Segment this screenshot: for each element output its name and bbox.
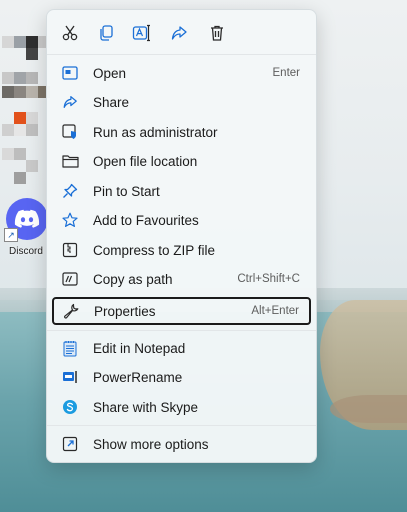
menu-item-label: Open — [93, 65, 127, 81]
discord-logo-icon — [14, 209, 40, 228]
menu-item-label: Pin to Start — [93, 183, 160, 199]
copy-button[interactable] — [93, 20, 119, 46]
delete-button[interactable] — [204, 20, 230, 46]
menu-item-open-file-location[interactable]: Open file location — [53, 148, 310, 174]
context-menu: Open Enter Share Run as administrator Op… — [46, 9, 317, 463]
menu-item-edit-in-notepad[interactable]: Edit in Notepad — [53, 335, 310, 361]
menu-item-pin-to-start[interactable]: Pin to Start — [53, 178, 310, 204]
powerrename-icon — [61, 368, 79, 386]
menu-item-add-to-favourites[interactable]: Add to Favourites — [53, 207, 310, 233]
menu-divider — [47, 330, 316, 331]
menu-item-run-as-administrator[interactable]: Run as administrator — [53, 119, 310, 145]
menu-item-label: Copy as path — [93, 271, 173, 287]
folder-icon — [61, 152, 79, 170]
menu-item-powerrename[interactable]: PowerRename — [53, 364, 310, 390]
menu-item-label: Share with Skype — [93, 399, 199, 415]
menu-item-label: PowerRename — [93, 369, 183, 385]
menu-item-label: Add to Favourites — [93, 212, 199, 228]
skype-icon — [61, 398, 79, 416]
menu-item-label: Share — [93, 94, 130, 110]
menu-item-label: Compress to ZIP file — [93, 242, 216, 258]
menu-item-label: Edit in Notepad — [93, 340, 186, 356]
share-button[interactable] — [166, 20, 192, 46]
copy-path-icon — [61, 270, 79, 288]
wallpaper-reeds-low — [330, 395, 407, 423]
admin-shield-icon — [61, 123, 79, 141]
shortcut-arrow-icon: ↗ — [4, 228, 18, 242]
more-options-icon — [61, 435, 79, 453]
rename-icon — [132, 24, 150, 42]
menu-item-compress-to-zip[interactable]: Compress to ZIP file — [53, 237, 310, 263]
discord-desktop-label[interactable]: Discord — [9, 246, 43, 257]
toolbar-divider — [47, 54, 316, 55]
menu-item-open[interactable]: Open Enter — [53, 60, 310, 86]
share-icon — [61, 93, 79, 111]
star-icon — [61, 211, 79, 229]
menu-item-shortcut: Ctrl+Shift+C — [237, 273, 300, 285]
copy-icon — [100, 25, 113, 41]
rename-button[interactable] — [129, 20, 155, 46]
menu-item-share[interactable]: Share — [53, 89, 310, 115]
menu-divider — [47, 425, 316, 426]
notepad-icon — [61, 339, 79, 357]
menu-item-label: Properties — [94, 303, 156, 319]
delete-icon — [211, 25, 223, 41]
menu-item-share-with-skype[interactable]: Share with Skype — [53, 394, 310, 420]
zip-icon — [61, 241, 79, 259]
menu-item-shortcut: Enter — [272, 67, 301, 79]
open-app-icon — [61, 64, 79, 82]
context-menu-toolbar — [47, 10, 316, 54]
menu-item-show-more-options[interactable]: Show more options — [53, 431, 310, 457]
menu-item-properties[interactable]: Properties Alt+Enter — [52, 297, 311, 325]
wrench-icon — [62, 302, 80, 320]
cut-button[interactable] — [57, 20, 83, 46]
pin-icon — [61, 182, 79, 200]
menu-item-label: Run as administrator — [93, 124, 218, 140]
menu-item-shortcut: Alt+Enter — [251, 305, 299, 317]
menu-item-copy-as-path[interactable]: Copy as path Ctrl+Shift+C — [53, 266, 310, 292]
cut-icon — [62, 25, 78, 41]
share-icon — [171, 26, 187, 40]
menu-item-label: Open file location — [93, 153, 198, 169]
menu-item-label: Show more options — [93, 436, 209, 452]
